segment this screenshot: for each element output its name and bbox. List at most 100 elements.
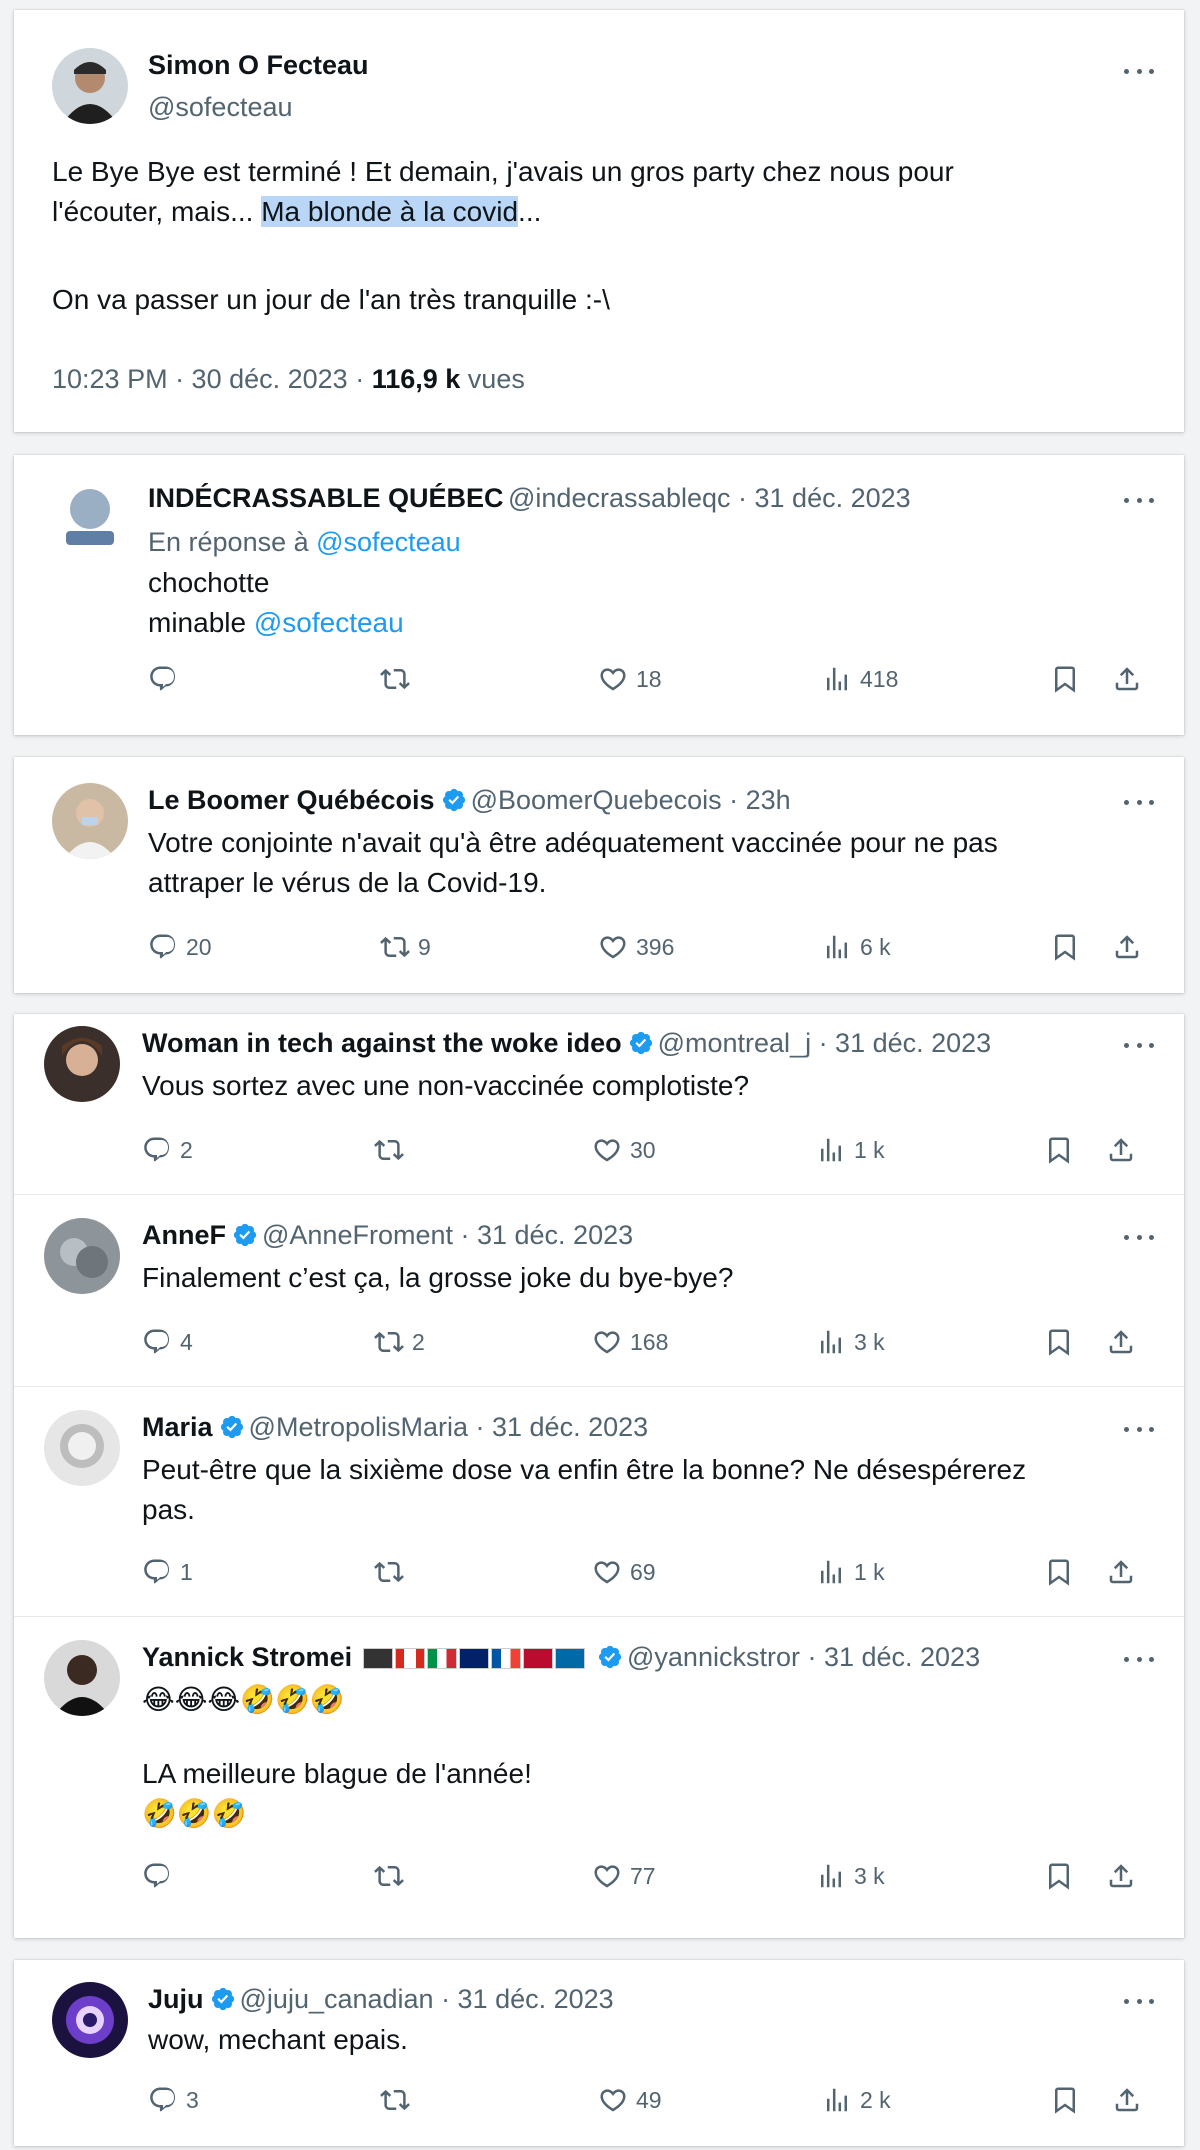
repost-button[interactable] (374, 1554, 412, 1590)
verified-badge-icon (232, 1222, 258, 1248)
bookmark-button[interactable] (1050, 2082, 1080, 2118)
author-name[interactable]: Le Boomer Québécois (148, 785, 435, 815)
reply-to-link[interactable]: @sofecteau (316, 527, 461, 557)
highlighted-text: Ma blonde à la covid (261, 196, 519, 227)
bookmark-button[interactable] (1050, 929, 1080, 965)
bookmark-button[interactable] (1044, 1132, 1074, 1168)
repost-button[interactable] (374, 1858, 412, 1894)
more-options-icon[interactable] (1124, 1996, 1154, 2006)
author-handle-date[interactable]: @yannickstror · 31 déc. 2023 (627, 1642, 980, 1672)
avatar[interactable] (52, 48, 128, 124)
repost-button[interactable] (374, 1132, 412, 1168)
author-handle-date[interactable]: @MetropolisMaria · 31 déc. 2023 (249, 1412, 649, 1442)
share-button[interactable] (1106, 1858, 1136, 1894)
bookmark-button[interactable] (1044, 1554, 1074, 1590)
mention-link[interactable]: @sofecteau (254, 607, 404, 638)
author-name[interactable]: Woman in tech against the woke ideo (142, 1028, 622, 1058)
views-icon (822, 2085, 852, 2115)
share-button[interactable] (1106, 1324, 1136, 1360)
repost-button[interactable]: 9 (380, 929, 431, 965)
more-options-icon[interactable] (1124, 1654, 1154, 1664)
bookmark-button[interactable] (1044, 1858, 1074, 1894)
more-options-icon[interactable] (1124, 797, 1154, 807)
views-button[interactable]: 418 (822, 661, 898, 697)
view-count: 6 k (860, 934, 891, 960)
reply-text-segment: minable (148, 607, 254, 638)
verified-badge-icon (210, 1986, 236, 2012)
share-icon (1112, 932, 1142, 962)
more-options-icon[interactable] (1124, 1232, 1154, 1242)
reply-text: wow, mechant epais. (148, 2024, 408, 2055)
repost-button[interactable] (380, 661, 418, 697)
view-count: 2 k (860, 2087, 891, 2113)
author-name[interactable]: AnneF (142, 1220, 226, 1250)
avatar[interactable] (52, 481, 128, 557)
action-bar: 77 3 k (14, 1858, 1184, 1894)
more-options-icon[interactable] (1124, 495, 1154, 505)
views-button[interactable]: 2 k (822, 2082, 891, 2118)
author-handle-date[interactable]: @indecrassableqc · 31 déc. 2023 (508, 483, 911, 513)
like-button[interactable]: 69 (592, 1554, 656, 1590)
bookmark-button[interactable] (1044, 1324, 1074, 1360)
post-time[interactable]: 10:23 PM · 30 déc. 2023 · (52, 364, 372, 394)
like-button[interactable]: 77 (592, 1858, 656, 1894)
reply-button[interactable]: 3 (148, 2082, 199, 2118)
avatar[interactable] (44, 1218, 120, 1294)
reply-button[interactable]: 2 (142, 1132, 193, 1168)
like-button[interactable]: 18 (598, 661, 662, 697)
share-button[interactable] (1112, 661, 1142, 697)
like-button[interactable]: 30 (592, 1132, 656, 1168)
views-button[interactable]: 1 k (816, 1132, 885, 1168)
repost-icon (374, 1135, 404, 1165)
author-name[interactable]: Yannick Stromei (142, 1642, 352, 1672)
reply-button[interactable]: 4 (142, 1324, 193, 1360)
share-button[interactable] (1112, 2082, 1142, 2118)
more-options-icon[interactable] (1124, 1040, 1154, 1050)
avatar[interactable] (52, 1982, 128, 2058)
reply-button[interactable] (142, 1858, 180, 1894)
heart-icon (598, 932, 628, 962)
action-bar: 20 9 396 6 k (14, 929, 1184, 965)
author-handle[interactable]: @sofecteau (148, 90, 293, 124)
reply-thread-card: Woman in tech against the woke ideo @mont… (14, 1014, 1184, 1938)
author-handle-date[interactable]: @BoomerQuebecois · 23h (471, 785, 791, 815)
author-handle-date[interactable]: @AnneFroment · 31 déc. 2023 (262, 1220, 633, 1250)
reply-to: En réponse à @sofecteau (148, 525, 461, 559)
reply-button[interactable] (148, 661, 186, 697)
views-button[interactable]: 3 k (816, 1324, 885, 1360)
bookmark-button[interactable] (1050, 661, 1080, 697)
like-count: 69 (630, 1559, 656, 1585)
share-button[interactable] (1106, 1132, 1136, 1168)
more-options-icon[interactable] (1124, 1424, 1154, 1434)
author-name[interactable]: Maria (142, 1412, 213, 1442)
views-button[interactable]: 6 k (822, 929, 891, 965)
post-text-line: l'écouter, mais... Ma blonde à la covid.… (52, 192, 1152, 232)
repost-icon (380, 2085, 410, 2115)
share-icon (1106, 1327, 1136, 1357)
like-button[interactable]: 49 (598, 2082, 662, 2118)
share-button[interactable] (1106, 1554, 1136, 1590)
flags (362, 1648, 591, 1670)
repost-button[interactable] (380, 2082, 418, 2118)
avatar[interactable] (52, 783, 128, 859)
views-button[interactable]: 1 k (816, 1554, 885, 1590)
like-button[interactable]: 396 (598, 929, 674, 965)
share-icon (1112, 2085, 1142, 2115)
author-name[interactable]: Simon O Fecteau (148, 48, 369, 82)
author-handle-date[interactable]: @juju_canadian · 31 déc. 2023 (240, 1984, 614, 2014)
author-name[interactable]: INDÉCRASSABLE QUÉBEC (148, 483, 504, 513)
reply-icon (142, 1327, 172, 1357)
like-button[interactable]: 168 (592, 1324, 668, 1360)
avatar[interactable] (44, 1410, 120, 1486)
avatar[interactable] (44, 1640, 120, 1716)
author-handle-date[interactable]: @montreal_j · 31 déc. 2023 (658, 1028, 992, 1058)
avatar[interactable] (44, 1026, 120, 1102)
views-button[interactable]: 3 k (816, 1858, 885, 1894)
author-name[interactable]: Juju (148, 1984, 204, 2014)
share-button[interactable] (1112, 929, 1142, 965)
bookmark-icon (1044, 1557, 1074, 1587)
more-options-icon[interactable] (1124, 66, 1154, 76)
repost-button[interactable]: 2 (374, 1324, 425, 1360)
reply-button[interactable]: 20 (148, 929, 212, 965)
reply-button[interactable]: 1 (142, 1554, 193, 1590)
